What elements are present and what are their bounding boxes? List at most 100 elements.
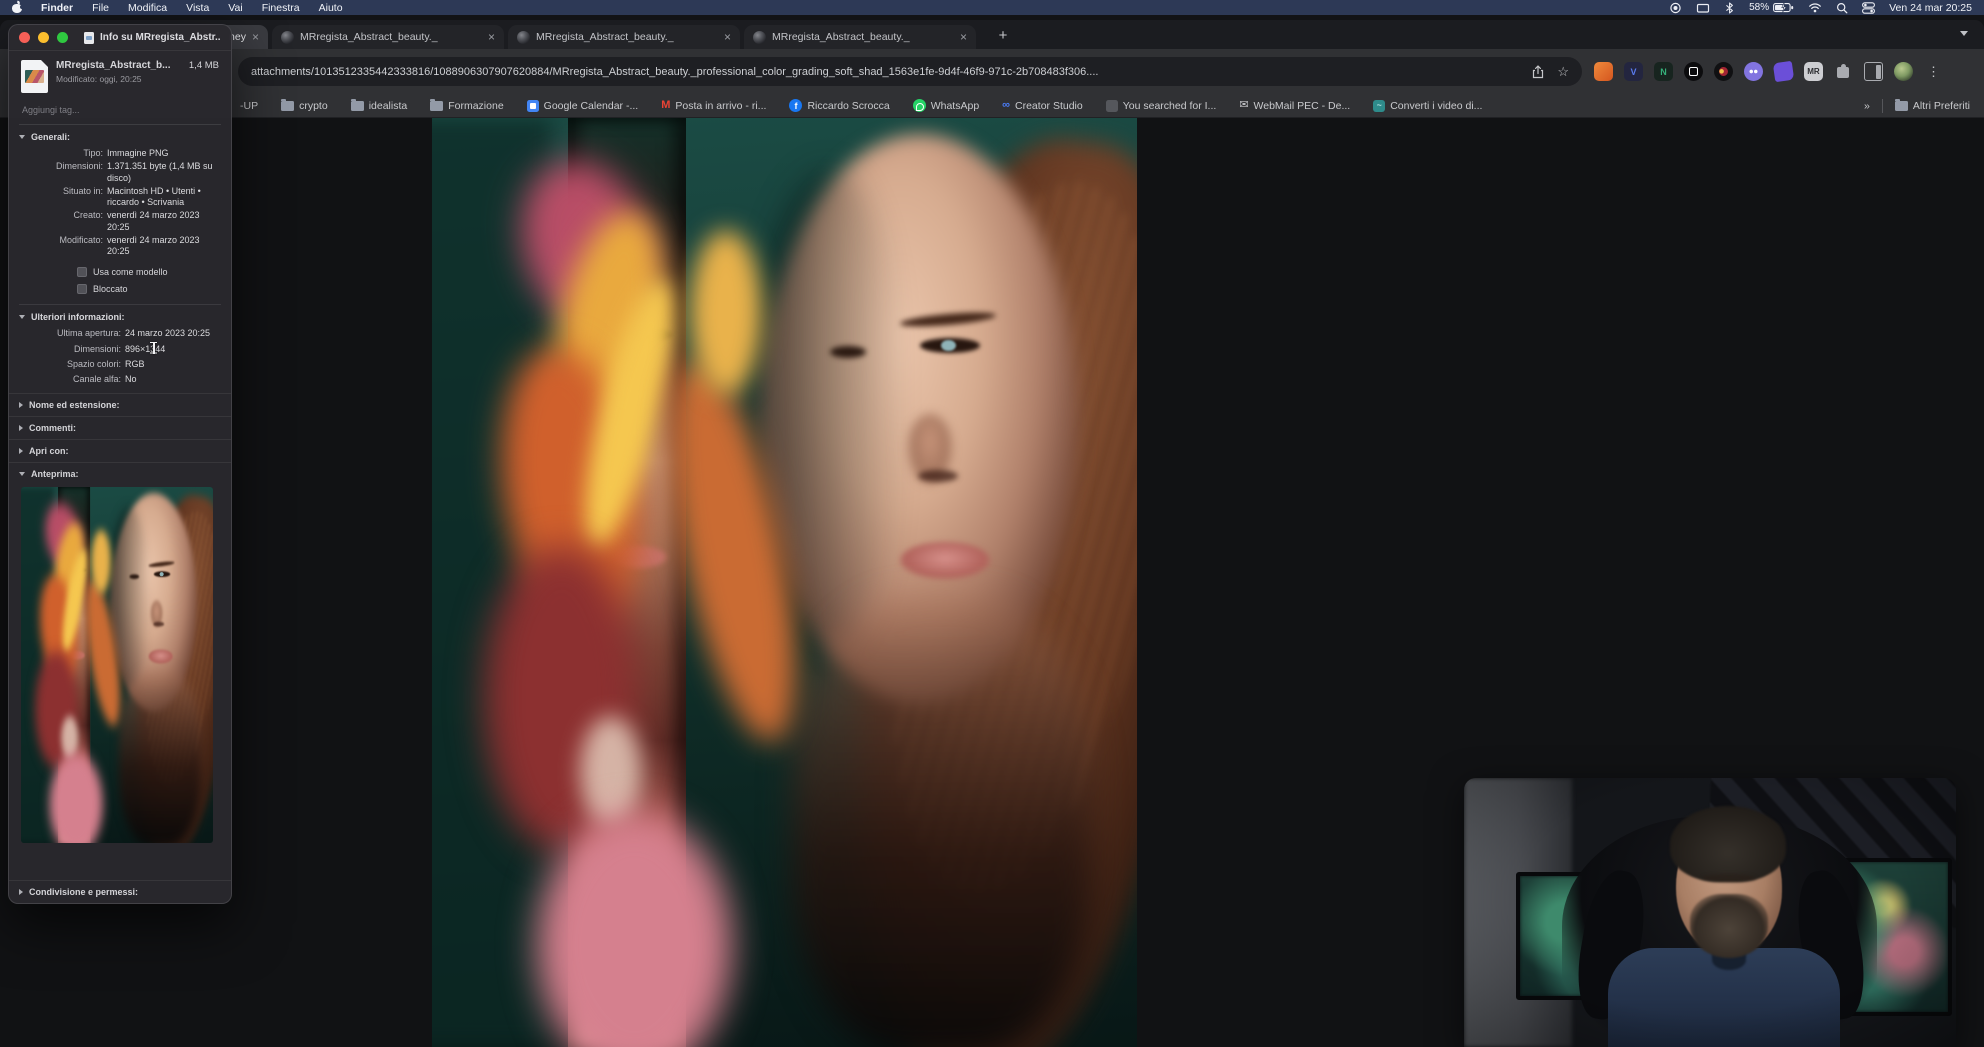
section-nome-ed-estensione[interactable]: Nome ed estensione:	[9, 393, 231, 416]
checkbox-icon[interactable]	[77, 284, 87, 295]
facebook-icon: f	[789, 99, 803, 112]
section-label: Ulteriori informazioni:	[31, 312, 125, 323]
menu-item-modifica[interactable]: Modifica	[128, 2, 167, 14]
field-value: 24 marzo 2023 20:25	[125, 328, 211, 339]
menu-item-finestra[interactable]: Finestra	[262, 2, 300, 14]
tab-favicon	[281, 30, 294, 44]
section-anteprima[interactable]: Anteprima:	[9, 462, 231, 485]
menu-bar-clock[interactable]: Ven 24 mar 20:25	[1889, 2, 1972, 14]
menu-item-file[interactable]: File	[92, 2, 109, 14]
section-condivisione-e-permessi[interactable]: Condivisione e permessi:	[9, 880, 231, 903]
section-apri-con[interactable]: Apri con:	[9, 439, 231, 462]
bookmark-creator-studio[interactable]: ∞ Creator Studio	[1002, 100, 1083, 112]
disclosure-triangle-icon[interactable]	[19, 889, 23, 895]
tab-close-icon[interactable]: ×	[488, 31, 495, 43]
menu-item-finder[interactable]: Finder	[41, 2, 73, 14]
menu-item-aiuto[interactable]: Aiuto	[319, 2, 343, 14]
preview-thumbnail	[21, 487, 213, 844]
section-commenti[interactable]: Commenti:	[9, 416, 231, 439]
bookmark-folder-crypto[interactable]: crypto	[281, 98, 328, 112]
browser-menu-dots-icon[interactable]: ⋮	[1924, 62, 1943, 81]
bookmark-facebook[interactable]: f Riccardo Scrocca	[789, 99, 890, 112]
field-label: Ultima apertura:	[56, 328, 121, 339]
checkbox-bloccato[interactable]: Bloccato	[77, 284, 221, 295]
new-tab-button[interactable]: +	[992, 24, 1014, 46]
url-text[interactable]: attachments/1013512335442333816/10889063…	[251, 66, 1519, 78]
chevron-down-icon[interactable]	[1960, 31, 1968, 36]
bookmark-folder-formazione[interactable]: Formazione	[430, 98, 504, 112]
control-center-icon[interactable]	[1862, 1, 1876, 14]
ext-icon-blue-v[interactable]: V	[1624, 62, 1643, 81]
info-title-bar[interactable]: Info su MRregista_Abstr...	[9, 25, 231, 51]
folder-icon	[1894, 98, 1908, 111]
other-bookmarks-button[interactable]: Altri Preferiti	[1894, 98, 1970, 112]
disclosure-triangle-icon[interactable]	[19, 402, 23, 409]
bookmarks-bar: -UP crypto idealista Formazione Google C…	[0, 94, 1984, 118]
menu-item-vai[interactable]: Vai	[228, 2, 242, 14]
document-icon	[84, 31, 94, 44]
ext-icon-purple[interactable]	[1772, 60, 1795, 83]
file-size: 1,4 MB	[188, 60, 219, 71]
ext-icon-black-circle[interactable]	[1684, 62, 1703, 81]
tab-mrregista-2[interactable]: MRregista_Abstract_beauty._ ×	[508, 25, 740, 49]
ext-icon-green-n[interactable]: N	[1654, 62, 1673, 81]
bookmark-converti-video[interactable]: ~ Converti i video di...	[1373, 99, 1482, 112]
bookmark-label: idealista	[368, 99, 408, 112]
address-bar[interactable]: attachments/1013512335442333816/10889063…	[238, 57, 1582, 86]
search-icon[interactable]	[1836, 2, 1848, 14]
disclosure-triangle-icon[interactable]	[19, 135, 25, 139]
bookmarks-overflow-chevrons[interactable]: »	[1864, 100, 1870, 112]
disclosure-triangle-icon[interactable]	[19, 448, 23, 455]
ext-icon-ghost[interactable]	[1744, 62, 1763, 81]
bookmark-label: -UP	[240, 99, 259, 112]
side-panel-icon[interactable]	[1864, 62, 1883, 81]
extensions-puzzle-icon[interactable]	[1834, 62, 1853, 81]
checkbox-icon[interactable]	[77, 267, 87, 278]
screen-recording-icon[interactable]	[1669, 2, 1682, 14]
bookmark-folder-idealista[interactable]: idealista	[350, 98, 408, 112]
tab-close-icon[interactable]: ×	[724, 31, 731, 43]
bookmark-you-searched[interactable]: You searched for I...	[1105, 99, 1217, 112]
bookmark-webmail-pec[interactable]: ✉ WebMail PEC - De...	[1239, 100, 1350, 112]
menu-item-vista[interactable]: Vista	[186, 2, 209, 14]
bookmark-whatsapp[interactable]: WhatsApp	[912, 99, 979, 112]
bookmark-label: You searched for I...	[1122, 99, 1217, 112]
section-label: Apri con:	[29, 446, 69, 457]
profile-avatar[interactable]	[1894, 62, 1913, 81]
ext-icon-red-key[interactable]	[1714, 62, 1733, 81]
zoom-window-button[interactable]	[57, 32, 68, 43]
minimize-window-button[interactable]	[38, 32, 49, 43]
tags-input[interactable]: Aggiungi tag...	[19, 101, 221, 125]
disclosure-triangle-icon[interactable]	[19, 315, 25, 320]
wifi-icon[interactable]	[1808, 2, 1822, 13]
tab-mrregista-3[interactable]: MRregista_Abstract_beauty._ ×	[744, 25, 976, 49]
bookmark-gmail[interactable]: M Posta in arrivo - ri...	[661, 100, 766, 112]
share-icon[interactable]	[1532, 64, 1544, 79]
disclosure-triangle-icon[interactable]	[19, 425, 23, 432]
bookmark-label: WebMail PEC - De...	[1253, 99, 1351, 112]
section-general-header[interactable]: Generali:	[19, 132, 221, 142]
bookmark-google-calendar[interactable]: Google Calendar -...	[526, 99, 639, 112]
tab-favicon	[517, 30, 530, 44]
field-label: Dimensioni:	[55, 161, 103, 172]
tab-close-icon[interactable]: ×	[252, 31, 259, 43]
checkbox-usa-come-modello[interactable]: Usa come modello	[77, 267, 221, 278]
field-label: Canale alfa:	[72, 374, 121, 384]
display-icon[interactable]	[1696, 2, 1710, 14]
bookmark-item[interactable]: -UP	[240, 100, 258, 112]
ext-icon-mr[interactable]: MR	[1804, 62, 1823, 81]
ext-icon-orange[interactable]	[1594, 62, 1613, 81]
bookmark-star-icon[interactable]: ☆	[1557, 65, 1569, 78]
battery-indicator[interactable]: 58%	[1749, 2, 1794, 13]
bookmark-label: Google Calendar -...	[543, 99, 639, 112]
close-window-button[interactable]	[19, 32, 30, 43]
bluetooth-icon[interactable]	[1724, 1, 1735, 14]
tab-mrregista-1[interactable]: MRregista_Abstract_beauty._ ×	[272, 25, 504, 49]
field-value: No	[125, 374, 137, 384]
disclosure-triangle-icon[interactable]	[19, 472, 25, 477]
checkbox-label: Bloccato	[93, 284, 128, 295]
section-more-info-header[interactable]: Ulteriori informazioni:	[19, 312, 221, 322]
apple-menu-icon[interactable]	[12, 0, 24, 13]
tab-close-icon[interactable]: ×	[960, 31, 967, 43]
webcam-overlay	[1464, 778, 1956, 1047]
